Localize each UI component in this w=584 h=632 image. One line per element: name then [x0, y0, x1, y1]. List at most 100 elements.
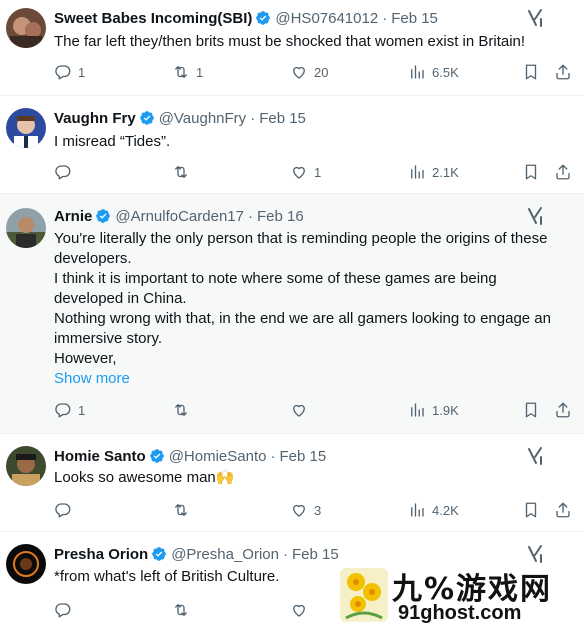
- tweet-actions: 3 4.2K: [54, 500, 574, 520]
- separator-dot: ·: [382, 9, 388, 27]
- views-button[interactable]: 1.9K: [408, 400, 459, 420]
- bookmark-button[interactable]: [522, 162, 540, 182]
- reply-icon: [55, 165, 71, 180]
- share-icon: [556, 164, 570, 180]
- views-icon: [411, 65, 424, 79]
- views-button[interactable]: 2.1K: [408, 162, 459, 182]
- author-name[interactable]: Sweet Babes Incoming(SBI): [54, 10, 252, 27]
- author-name[interactable]: Vaughn Fry: [54, 110, 136, 127]
- like-button[interactable]: 3: [290, 500, 321, 520]
- author-handle[interactable]: @Presha_Orion: [171, 546, 279, 563]
- share-button[interactable]: [554, 400, 572, 420]
- share-icon: [556, 502, 570, 518]
- like-icon: [293, 604, 305, 617]
- share-button[interactable]: [554, 62, 572, 82]
- like-icon: [293, 66, 305, 79]
- author-handle[interactable]: @VaughnFry: [159, 110, 247, 127]
- separator-dot: ·: [270, 447, 276, 465]
- avatar[interactable]: [6, 544, 46, 584]
- like-button[interactable]: 20: [290, 62, 328, 82]
- tweet-header: Arnie @ArnulfoCarden17 · Feb 16: [54, 206, 524, 226]
- grok-icon[interactable]: [526, 8, 544, 28]
- tweet-text: The far left they/then brits must be sho…: [54, 33, 526, 50]
- share-icon: [556, 64, 570, 80]
- repost-icon: [175, 166, 187, 178]
- author-name[interactable]: Presha Orion: [54, 546, 148, 563]
- repost-button[interactable]: [172, 600, 190, 620]
- avatar[interactable]: [6, 8, 46, 48]
- author-name[interactable]: Homie Santo: [54, 448, 146, 465]
- author-handle[interactable]: @HS07641012: [275, 10, 378, 27]
- reply-icon: [55, 403, 71, 418]
- tweet-actions: 1 1.9K: [54, 400, 574, 420]
- tweet-text: You're literally the only person that is…: [54, 229, 574, 389]
- repost-button[interactable]: [172, 500, 196, 520]
- verified-badge-icon: [96, 209, 111, 223]
- tweet-text: Looks so awesome man🙌: [54, 469, 235, 486]
- views-icon: [411, 403, 424, 417]
- reply-button[interactable]: 1: [54, 62, 85, 82]
- bookmark-icon: [525, 502, 537, 518]
- bookmark-button[interactable]: [522, 400, 540, 420]
- bookmark-icon: [525, 64, 537, 80]
- repost-icon: [175, 604, 187, 616]
- like-button[interactable]: [290, 400, 314, 420]
- bookmark-button[interactable]: [522, 62, 540, 82]
- share-icon: [556, 402, 570, 418]
- like-icon: [293, 504, 305, 517]
- tweet-date[interactable]: Feb 15: [259, 110, 306, 127]
- reply-icon: [55, 503, 71, 518]
- bookmark-icon: [525, 164, 537, 180]
- grok-icon[interactable]: [526, 206, 544, 226]
- show-more-link[interactable]: Show more: [54, 369, 574, 389]
- views-icon: [411, 503, 424, 517]
- like-icon: [293, 166, 305, 179]
- avatar[interactable]: [6, 108, 46, 148]
- share-button[interactable]: [554, 500, 572, 520]
- tweet[interactable]: Sweet Babes Incoming(SBI) @HS07641012 · …: [0, 0, 584, 96]
- tweet-date[interactable]: Feb 15: [279, 448, 326, 465]
- repost-button[interactable]: [172, 162, 196, 182]
- reply-button[interactable]: [54, 162, 78, 182]
- tweet-date[interactable]: Feb 15: [391, 10, 438, 27]
- reply-button[interactable]: 1: [54, 400, 85, 420]
- bookmark-button[interactable]: [522, 500, 540, 520]
- repost-button[interactable]: [172, 400, 196, 420]
- grok-icon[interactable]: [526, 446, 544, 466]
- reply-button[interactable]: [54, 600, 72, 620]
- reply-icon: [55, 603, 71, 618]
- repost-icon: [175, 504, 187, 516]
- like-button[interactable]: [290, 600, 308, 620]
- author-name[interactable]: Arnie: [54, 208, 92, 225]
- author-handle[interactable]: @HomieSanto: [169, 448, 267, 465]
- tweet-actions: 1 2.1K: [54, 162, 574, 182]
- views-button[interactable]: 6.5K: [408, 62, 459, 82]
- share-button[interactable]: [554, 162, 572, 182]
- tweet-header: Homie Santo @HomieSanto · Feb 15: [54, 446, 524, 466]
- repost-icon: [175, 66, 187, 78]
- tweet[interactable]: Arnie @ArnulfoCarden17 · Feb 16 You're l…: [0, 194, 584, 434]
- verified-badge-icon: [152, 547, 167, 561]
- like-button[interactable]: 1: [290, 162, 321, 182]
- tweet-date[interactable]: Feb 16: [257, 208, 304, 225]
- avatar[interactable]: [6, 208, 46, 248]
- views-button[interactable]: 4.2K: [408, 500, 459, 520]
- like-icon: [293, 404, 305, 417]
- site-watermark: 九%游戏网 91ghost.com: [332, 560, 584, 632]
- avatar[interactable]: [6, 446, 46, 486]
- bookmark-icon: [525, 402, 537, 418]
- tweet-header: Vaughn Fry @VaughnFry · Feb 15: [54, 108, 524, 128]
- separator-dot: ·: [247, 207, 253, 225]
- tweet-actions: 1 1 20 6.5K: [54, 62, 574, 82]
- verified-badge-icon: [149, 449, 164, 463]
- reply-button[interactable]: [54, 500, 78, 520]
- tweet-text: I misread “Tides”.: [54, 133, 171, 150]
- author-handle[interactable]: @ArnulfoCarden17: [115, 208, 244, 225]
- repost-button[interactable]: 1: [172, 62, 203, 82]
- separator-dot: ·: [250, 109, 256, 127]
- repost-icon: [175, 404, 187, 416]
- separator-dot: ·: [282, 545, 288, 563]
- verified-badge-icon: [139, 111, 154, 125]
- tweet[interactable]: Homie Santo @HomieSanto · Feb 15 Looks s…: [0, 434, 584, 532]
- tweet[interactable]: Vaughn Fry @VaughnFry · Feb 15 I misread…: [0, 96, 584, 194]
